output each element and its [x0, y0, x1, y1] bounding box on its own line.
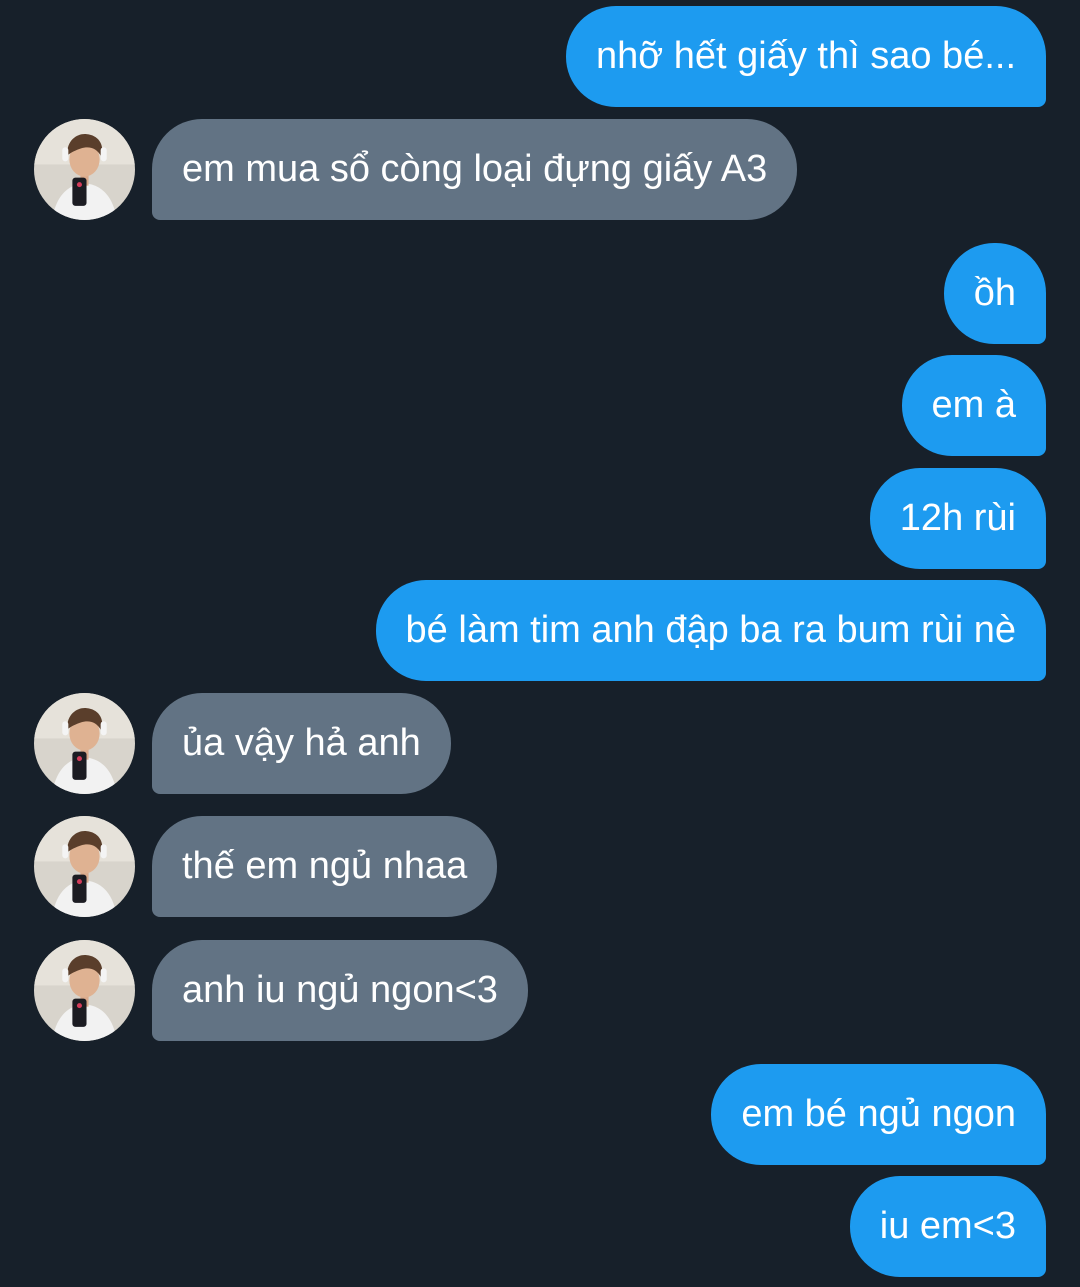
message-bubble-outgoing[interactable]: 12h rùi — [869, 468, 1046, 569]
avatar-photo-icon — [34, 940, 135, 1041]
message-bubble-outgoing[interactable]: em à — [901, 355, 1046, 456]
avatar-photo-icon — [34, 119, 135, 220]
message-text: ủa vậy hả anh — [182, 722, 421, 764]
message-bubble-outgoing[interactable]: ồh — [943, 243, 1046, 344]
avatar-photo-icon — [34, 816, 135, 917]
message-bubble-outgoing[interactable]: iu em<3 — [849, 1176, 1046, 1277]
avatar[interactable] — [34, 940, 135, 1041]
avatar-photo-icon — [34, 693, 135, 794]
chat-thread: nhỡ hết giấy thì sao bé... em mua sổ còn… — [0, 0, 1080, 1287]
message-text: anh iu ngủ ngon<3 — [182, 969, 498, 1011]
message-bubble-outgoing[interactable]: em bé ngủ ngon — [711, 1064, 1046, 1165]
avatar[interactable] — [34, 693, 135, 794]
message-text: iu em<3 — [879, 1205, 1016, 1247]
message-text: em mua sổ còng loại đựng giấy A3 — [182, 148, 768, 190]
message-bubble-incoming[interactable]: thế em ngủ nhaa — [152, 816, 498, 917]
message-text: em à — [931, 384, 1016, 426]
message-text: em bé ngủ ngon — [741, 1093, 1016, 1135]
message-bubble-incoming[interactable]: ủa vậy hả anh — [152, 693, 451, 794]
message-bubble-outgoing[interactable]: nhỡ hết giấy thì sao bé... — [566, 6, 1046, 107]
message-text: thế em ngủ nhaa — [182, 845, 468, 887]
message-bubble-outgoing[interactable]: bé làm tim anh đập ba ra bum rùi nè — [375, 580, 1046, 681]
message-text: bé làm tim anh đập ba ra bum rùi nè — [405, 609, 1016, 651]
message-bubble-incoming[interactable]: em mua sổ còng loại đựng giấy A3 — [152, 119, 798, 220]
message-text: nhỡ hết giấy thì sao bé... — [596, 35, 1016, 77]
avatar[interactable] — [34, 119, 135, 220]
message-text: 12h rùi — [899, 497, 1016, 539]
avatar[interactable] — [34, 816, 135, 917]
message-text: ồh — [973, 272, 1016, 314]
message-bubble-incoming[interactable]: anh iu ngủ ngon<3 — [152, 940, 528, 1041]
